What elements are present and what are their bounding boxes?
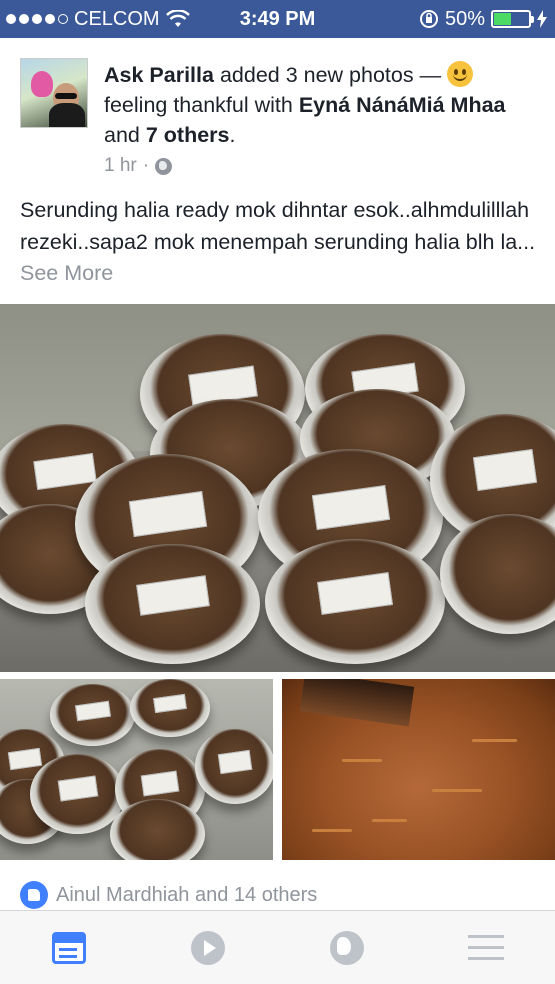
post-header: Ask Parilla added 3 new photos — feeling… (104, 60, 534, 150)
author-name[interactable]: Ask Parilla (104, 63, 214, 87)
post-action: added 3 new photos — (213, 63, 448, 87)
post-body-text: Serunding halia ready mok dihntar esok..… (20, 198, 536, 254)
video-play-icon (191, 930, 226, 965)
status-left: CELCOM (6, 0, 190, 38)
tab-notifications[interactable] (317, 918, 377, 978)
post-body: Serunding halia ready mok dihntar esok..… (20, 195, 540, 290)
like-icon (20, 881, 48, 909)
post-card: Ask Parilla added 3 new photos — feeling… (0, 38, 555, 910)
news-feed-icon (52, 931, 87, 964)
photo-left[interactable] (0, 679, 273, 860)
tagged-user[interactable]: Eyná NánáMiá Mhaa (299, 93, 506, 117)
and-text: and (104, 123, 146, 147)
status-right: 50% (419, 0, 547, 38)
status-bar: CELCOM 3:49 PM 50% (0, 0, 555, 38)
tab-menu[interactable] (456, 918, 516, 978)
photo-main[interactable] (0, 304, 555, 672)
author-avatar[interactable] (20, 58, 88, 128)
reactions-text: Ainul Mardhiah and 14 others (56, 883, 318, 906)
photo-right[interactable] (282, 679, 555, 860)
battery-icon (491, 10, 534, 28)
bottom-tab-bar (0, 910, 555, 984)
wifi-icon (165, 10, 190, 27)
charging-icon (537, 10, 547, 28)
battery-percent: 50% (444, 7, 485, 30)
see-more-link[interactable]: See More (20, 261, 113, 285)
signal-icon (6, 14, 68, 24)
tab-news-feed[interactable] (39, 918, 99, 978)
public-globe-icon (155, 157, 173, 175)
menu-icon (467, 934, 504, 961)
battery-fill (494, 13, 511, 25)
feeling-text: feeling thankful with (104, 93, 299, 117)
post-timestamp[interactable]: 1 hr (104, 155, 137, 177)
notifications-globe-icon (329, 930, 364, 965)
meta-separator: · (142, 155, 150, 176)
header-period: . (229, 123, 236, 147)
reactions-summary[interactable]: Ainul Mardhiah and 14 others (20, 881, 317, 909)
rotation-lock-icon (419, 10, 438, 28)
smiley-emoji-icon (447, 61, 474, 87)
post-meta: 1 hr · (104, 155, 173, 177)
tab-video[interactable] (178, 918, 238, 978)
tagged-others[interactable]: 7 others (146, 123, 230, 147)
carrier-name: CELCOM (74, 7, 160, 30)
